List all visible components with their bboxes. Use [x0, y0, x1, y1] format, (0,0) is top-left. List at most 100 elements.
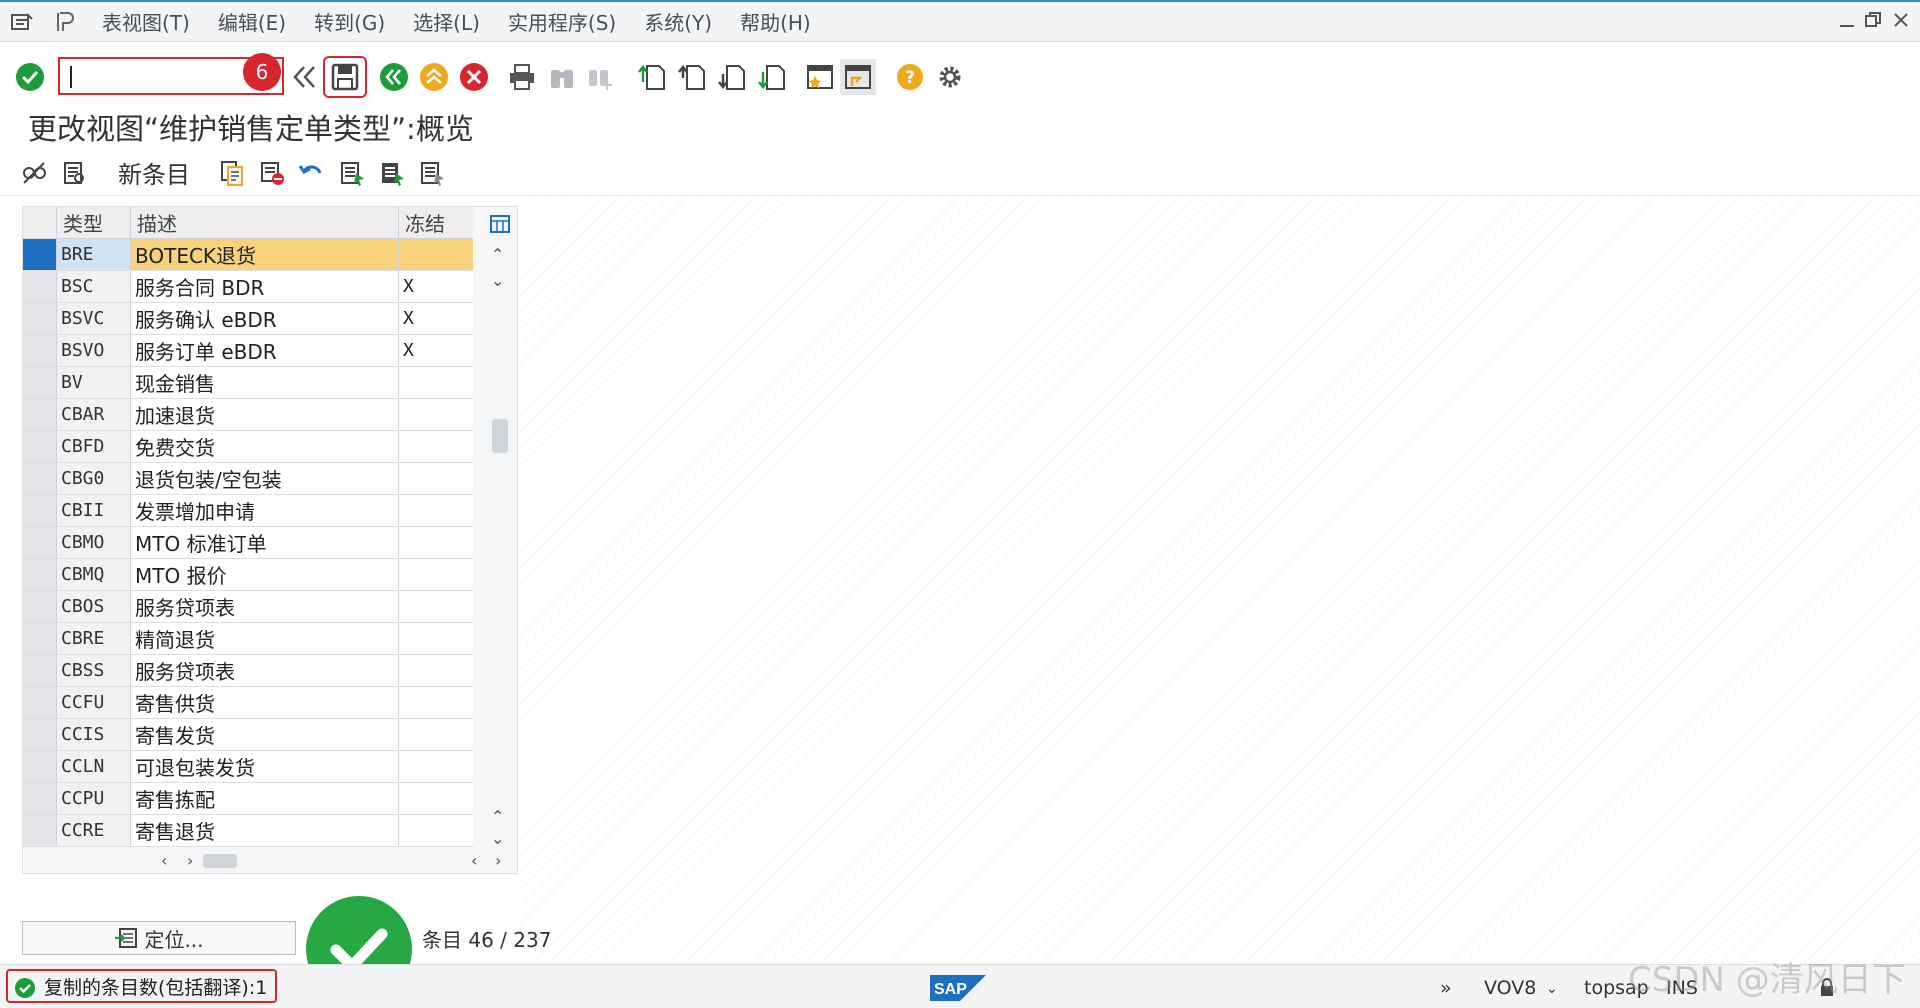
cell-description[interactable]: 加速退货: [131, 399, 399, 430]
cell-description[interactable]: 寄售发货: [131, 719, 399, 750]
menu-goto[interactable]: 转到(G): [300, 2, 399, 42]
select-all-icon[interactable]: [332, 153, 372, 193]
table-row[interactable]: CBSS 服务贷项表: [23, 655, 473, 687]
print-icon[interactable]: [504, 59, 540, 95]
scroll-right-icon[interactable]: ›: [187, 851, 193, 870]
table-row[interactable]: BV 现金销售: [23, 367, 473, 399]
tcode-dropdown-icon[interactable]: ⌄: [1546, 981, 1558, 997]
table-row[interactable]: BRE BOTECK退货: [23, 239, 473, 271]
cell-frozen[interactable]: [399, 463, 473, 494]
table-row[interactable]: CBRE 精简退货: [23, 623, 473, 655]
back-icon[interactable]: [376, 59, 412, 95]
row-selector[interactable]: [23, 495, 57, 526]
first-page-icon[interactable]: [634, 59, 670, 95]
table-row[interactable]: CBMQ MTO 报价: [23, 559, 473, 591]
cell-description[interactable]: 免费交货: [131, 431, 399, 462]
row-selector[interactable]: [23, 463, 57, 494]
cell-description[interactable]: MTO 标准订单: [131, 527, 399, 558]
cell-description[interactable]: 服务贷项表: [131, 591, 399, 622]
menu-help[interactable]: 帮助(H): [726, 2, 825, 42]
table-row[interactable]: CCIS 寄售发货: [23, 719, 473, 751]
row-selector[interactable]: [23, 399, 57, 430]
new-window-icon[interactable]: [802, 59, 838, 95]
copy-as-icon[interactable]: [212, 153, 252, 193]
menu-system[interactable]: 系统(Y): [630, 2, 726, 42]
cell-frozen[interactable]: [399, 815, 473, 846]
previous-page-icon[interactable]: [674, 59, 710, 95]
row-selector[interactable]: [23, 431, 57, 462]
cell-frozen[interactable]: [399, 751, 473, 782]
exit-icon[interactable]: [416, 59, 452, 95]
sap-p-icon[interactable]: [44, 2, 88, 42]
cell-frozen[interactable]: [399, 623, 473, 654]
table-row[interactable]: CCPU 寄售拣配: [23, 783, 473, 815]
table-row[interactable]: CCLN 可退包装发货: [23, 751, 473, 783]
table-row[interactable]: CCRE 寄售退货: [23, 815, 473, 847]
cell-frozen[interactable]: X: [399, 335, 473, 366]
cell-description[interactable]: 精简退货: [131, 623, 399, 654]
table-row[interactable]: CBII 发票增加申请: [23, 495, 473, 527]
menu-table-view[interactable]: 表视图(T): [88, 2, 204, 42]
table-row[interactable]: CBAR 加速退货: [23, 399, 473, 431]
menu-selection[interactable]: 选择(L): [399, 2, 494, 42]
cell-frozen[interactable]: [399, 655, 473, 686]
expand-status-icon[interactable]: »: [1440, 977, 1452, 999]
row-selector[interactable]: [23, 335, 57, 366]
position-button[interactable]: 定位...: [22, 921, 296, 955]
cell-description[interactable]: 可退包装发货: [131, 751, 399, 782]
settings-gear-icon[interactable]: [932, 59, 968, 95]
cell-description[interactable]: 现金销售: [131, 367, 399, 398]
cell-frozen[interactable]: [399, 687, 473, 718]
table-row[interactable]: CBOS 服务贷项表: [23, 591, 473, 623]
cell-description[interactable]: 寄售供货: [131, 687, 399, 718]
restore-icon[interactable]: [1864, 10, 1882, 34]
scroll-down-icon[interactable]: ⌄: [491, 271, 504, 290]
header-type[interactable]: 类型: [57, 207, 131, 238]
deselect-all-icon[interactable]: [412, 153, 452, 193]
find-icon[interactable]: [544, 59, 580, 95]
select-all-column[interactable]: [23, 207, 57, 238]
cell-description[interactable]: 服务订单 eBDR: [131, 335, 399, 366]
table-row[interactable]: BSVO 服务订单 eBDR X: [23, 335, 473, 367]
cell-frozen[interactable]: [399, 239, 473, 270]
cell-frozen[interactable]: [399, 527, 473, 558]
menu-utilities[interactable]: 实用程序(S): [494, 2, 630, 42]
cell-description[interactable]: 寄售拣配: [131, 783, 399, 814]
row-selector[interactable]: [23, 623, 57, 654]
app-menu-icon[interactable]: [0, 2, 44, 42]
header-frozen[interactable]: 冻结: [399, 207, 473, 238]
help-icon[interactable]: ?: [892, 59, 928, 95]
scroll-up-icon[interactable]: ⌃: [491, 245, 504, 264]
row-selector[interactable]: [23, 559, 57, 590]
row-selector[interactable]: [23, 239, 57, 270]
table-row[interactable]: BSC 服务合同 BDR X: [23, 271, 473, 303]
cell-description[interactable]: 发票增加申请: [131, 495, 399, 526]
display-change-icon[interactable]: [14, 153, 54, 193]
menu-edit[interactable]: 编辑(E): [204, 2, 300, 42]
horizontal-scrollbar[interactable]: ‹ › ‹ ›: [131, 851, 501, 871]
scroll-left-end-icon[interactable]: ‹: [471, 851, 477, 870]
table-row[interactable]: CCFU 寄售供货: [23, 687, 473, 719]
scroll-down-bottom-icon[interactable]: ⌄: [491, 829, 504, 848]
cell-frozen[interactable]: [399, 591, 473, 622]
row-selector[interactable]: [23, 783, 57, 814]
row-selector[interactable]: [23, 271, 57, 302]
enter-check-icon[interactable]: [12, 59, 48, 95]
row-selector[interactable]: [23, 367, 57, 398]
command-input[interactable]: [60, 59, 240, 93]
transaction-code[interactable]: VOV8: [1484, 977, 1536, 999]
row-selector[interactable]: [23, 303, 57, 334]
scroll-thumb[interactable]: [492, 419, 508, 453]
select-block-icon[interactable]: [372, 153, 412, 193]
minimize-icon[interactable]: [1838, 10, 1856, 34]
row-selector[interactable]: [23, 687, 57, 718]
cell-frozen[interactable]: [399, 399, 473, 430]
cell-frozen[interactable]: [399, 431, 473, 462]
cell-frozen[interactable]: [399, 559, 473, 590]
header-description[interactable]: 描述: [131, 207, 399, 238]
row-selector[interactable]: [23, 527, 57, 558]
table-row[interactable]: CBG0 退货包装/空包装: [23, 463, 473, 495]
find-next-icon[interactable]: [582, 59, 618, 95]
cell-frozen[interactable]: X: [399, 303, 473, 334]
create-shortcut-icon[interactable]: [840, 59, 876, 95]
